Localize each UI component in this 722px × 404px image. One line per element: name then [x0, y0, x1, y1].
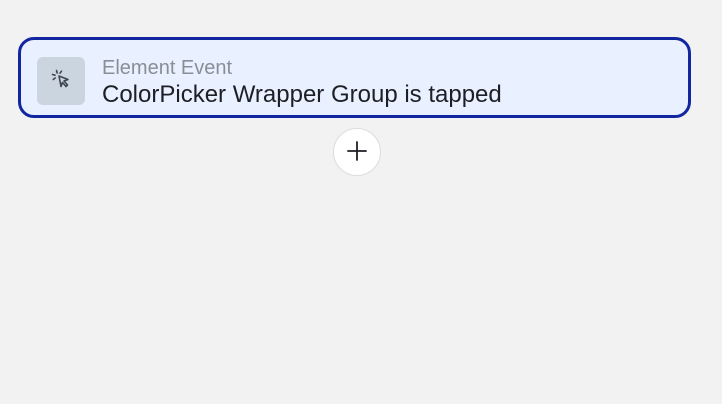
element-event-card[interactable]: Element Event ColorPicker Wrapper Group … — [18, 37, 691, 118]
plus-icon — [345, 139, 369, 166]
event-icon-tile — [37, 57, 85, 105]
event-title: ColorPicker Wrapper Group is tapped — [102, 81, 502, 108]
cursor-click-icon — [49, 67, 73, 96]
add-step-button[interactable] — [333, 128, 381, 176]
event-card-text: Element Event ColorPicker Wrapper Group … — [102, 57, 502, 109]
workflow-canvas: Element Event ColorPicker Wrapper Group … — [0, 0, 722, 404]
event-type-label: Element Event — [102, 57, 233, 79]
